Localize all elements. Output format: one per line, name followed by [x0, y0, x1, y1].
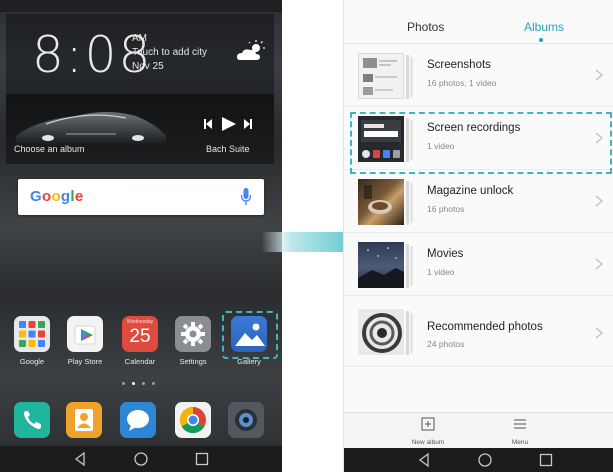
- album-count: 1 video: [427, 267, 455, 277]
- partly-cloudy-icon: [237, 40, 265, 60]
- album-name: Movies: [427, 248, 464, 260]
- phone-icon[interactable]: [14, 402, 50, 438]
- calendar-day-number: 25: [129, 326, 151, 347]
- menu-icon: [514, 419, 526, 429]
- album-count: 16 photos, 1 video: [427, 78, 497, 88]
- album-thumbnail: [358, 309, 404, 355]
- calendar-day-name: Wednesday: [126, 319, 154, 325]
- contacts-icon[interactable]: [66, 402, 102, 438]
- clock-ampm: AM: [132, 33, 147, 44]
- messages-icon[interactable]: [120, 402, 156, 438]
- navigation-bar: [0, 446, 282, 472]
- screen-recordings-highlight: [350, 112, 612, 174]
- camera-icon[interactable]: [228, 402, 264, 438]
- home-screen: 8:08 AM Touch to add city Nov 25 Choose …: [0, 0, 282, 472]
- song-title: Bach Suite: [206, 144, 250, 154]
- add-album-icon: [421, 417, 435, 431]
- active-tab-indicator: [539, 38, 543, 42]
- app-label: Google: [19, 357, 45, 366]
- navigation-bar: [344, 448, 613, 472]
- gear-icon: [175, 316, 211, 352]
- clock-weather-widget[interactable]: 8:08 AM Touch to add city Nov 25: [6, 14, 274, 94]
- menu-label: Menu: [511, 439, 529, 446]
- app-calendar[interactable]: Wednesday 25 Calendar: [115, 316, 165, 366]
- gallery-tabbar: Photos Albums: [344, 0, 613, 44]
- gallery-highlight: [222, 311, 278, 359]
- add-city-link[interactable]: Touch to add city: [132, 47, 207, 58]
- chrome-icon[interactable]: [175, 402, 211, 438]
- calendar-icon: Wednesday 25: [122, 316, 158, 352]
- app-google-folder[interactable]: Google: [7, 316, 57, 366]
- recents-icon[interactable]: [194, 451, 210, 467]
- album-movies[interactable]: Movies 1 video: [344, 234, 613, 296]
- app-settings[interactable]: Settings: [168, 316, 218, 366]
- google-logo: Google: [30, 188, 84, 205]
- album-magazine-unlock[interactable]: Magazine unlock 16 photos: [344, 171, 613, 233]
- play-icon[interactable]: [222, 117, 236, 131]
- chevron-right-icon: [595, 69, 603, 81]
- home-icon[interactable]: [133, 451, 149, 467]
- new-album-label: New album: [411, 439, 445, 446]
- gallery-bottom-bar: New album Menu: [344, 412, 613, 448]
- album-name: Magazine unlock: [427, 185, 514, 197]
- home-icon[interactable]: [477, 452, 493, 468]
- previous-track-icon[interactable]: [204, 119, 212, 129]
- album-thumbnail: [358, 53, 404, 99]
- google-search-bar[interactable]: Google: [18, 179, 264, 215]
- album-name: Recommended photos: [427, 321, 543, 333]
- album-thumbnail: [358, 179, 404, 225]
- app-play-store[interactable]: Play Store: [60, 316, 110, 366]
- app-label: Calendar: [124, 357, 156, 366]
- music-controls: [204, 117, 252, 131]
- menu-button[interactable]: Menu: [490, 417, 550, 446]
- google-folder-icon: [14, 316, 50, 352]
- new-album-button[interactable]: New album: [398, 417, 458, 446]
- back-icon[interactable]: [416, 452, 432, 468]
- chevron-right-icon: [595, 195, 603, 207]
- album-name: Screenshots: [427, 59, 491, 71]
- album-thumbnail: [358, 242, 404, 288]
- page-indicator: [118, 382, 164, 388]
- choose-album-label[interactable]: Choose an album: [14, 144, 85, 154]
- microphone-icon[interactable]: [240, 188, 252, 206]
- status-bar: [0, 0, 282, 12]
- back-icon[interactable]: [72, 451, 88, 467]
- chevron-right-icon: [595, 327, 603, 339]
- album-count: 24 photos: [427, 339, 465, 349]
- clock-date: Nov 25: [132, 61, 164, 72]
- app-label: Play Store: [67, 357, 103, 366]
- album-count: 16 photos: [427, 204, 465, 214]
- music-widget[interactable]: Choose an album Bach Suite: [6, 94, 274, 164]
- next-track-icon[interactable]: [244, 119, 252, 129]
- album-recommended-photos[interactable]: Recommended photos 24 photos: [344, 297, 613, 367]
- app-label: Settings: [179, 357, 207, 366]
- gallery-app: Photos Albums Screenshots 16 photos, 1 v…: [343, 0, 613, 472]
- tab-photos[interactable]: Photos: [407, 20, 444, 34]
- tab-albums[interactable]: Albums: [524, 20, 564, 34]
- chevron-right-icon: [595, 258, 603, 270]
- play-store-icon: [67, 316, 103, 352]
- app-dock: [0, 402, 282, 444]
- album-screenshots[interactable]: Screenshots 16 photos, 1 video: [344, 45, 613, 107]
- recents-icon[interactable]: [538, 452, 554, 468]
